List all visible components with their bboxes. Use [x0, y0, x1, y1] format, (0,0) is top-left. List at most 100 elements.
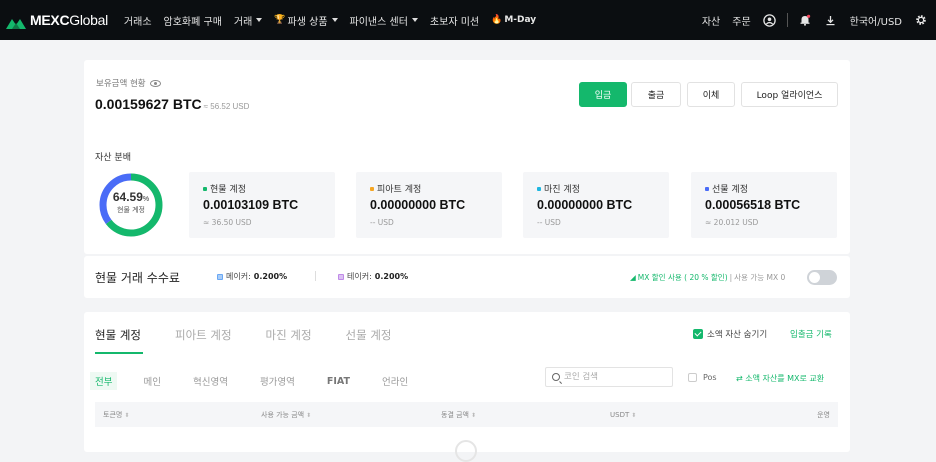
account-card-futures[interactable]: 선물 계정 0.00056518 BTC ≈ 20.012 USD: [691, 172, 837, 238]
balance-btc: 0.00159627 BTC: [95, 96, 202, 112]
nav-exchange[interactable]: 거래소: [118, 13, 158, 28]
mx-discount: ◢ MX 할인 사용 ( 20 % 할인) | 사용 가능 MX 0: [630, 273, 786, 282]
nav-trade-label: 거래: [233, 16, 253, 28]
account-usd: ≈ 36.50 USD: [203, 218, 252, 227]
tab-futures[interactable]: 선물 계정: [346, 327, 392, 343]
tab-spot[interactable]: 현물 계정: [95, 327, 141, 343]
mexc-logo[interactable]: MEXCGlobal: [6, 12, 108, 29]
search-icon: [552, 373, 560, 381]
spot-fee-card: 현물 거래 수수료 메이커: 0.200% 테이커: 0.200% ◢ MX 할인 사…: [84, 256, 850, 298]
active-tab-indicator: [95, 352, 143, 354]
nav-assets[interactable]: 자산: [696, 13, 726, 28]
taker-icon: [338, 273, 344, 280]
tab-margin[interactable]: 마진 계정: [266, 327, 312, 343]
col-operation: 운영: [817, 410, 830, 419]
account-name: 선물 계정: [712, 185, 748, 195]
pos-filter[interactable]: Pos: [688, 373, 717, 382]
account-btc: 0.00000000 BTC: [370, 198, 466, 212]
subtab-all[interactable]: 전부: [90, 372, 118, 390]
nav-mday-label: M-Day: [504, 15, 537, 25]
account-tabs: 현물 계정 피아트 계정 마진 계정 선물 계정: [95, 327, 426, 343]
mx-icon: ◢: [630, 273, 636, 282]
asset-overview-card: 보유금액 현황 0.00159627 BTC ≈ 56.52 USD 입금 출금 …: [84, 60, 850, 254]
account-btc: 0.00000000 BTC: [537, 198, 633, 212]
mx-discount-toggle[interactable]: [807, 270, 837, 285]
nav-orders[interactable]: 주문: [726, 13, 756, 28]
spot-dot: [203, 186, 207, 191]
subtab-online[interactable]: 언라인: [382, 374, 408, 388]
hide-small-assets[interactable]: 소액 자산 숨기기: [693, 328, 767, 340]
user-icon[interactable]: [763, 13, 777, 27]
nav-derivatives[interactable]: 🏆 파생 상품: [268, 13, 343, 28]
nav-mday[interactable]: 🔥 M-Day: [485, 15, 542, 25]
download-icon[interactable]: [824, 13, 838, 27]
logo-text: MEXCGlobal: [30, 12, 108, 28]
col-available[interactable]: 사용 가능 금액 ⬍: [261, 410, 311, 420]
mx-available: 사용 가능 MX 0: [734, 273, 786, 282]
spot-fee-title: 현물 거래 수수료: [95, 271, 180, 285]
deposit-button[interactable]: 입금: [579, 82, 627, 107]
transfer-button[interactable]: 이체: [687, 82, 735, 107]
withdraw-button[interactable]: 출금: [631, 82, 681, 107]
hide-small-checkbox[interactable]: [693, 329, 703, 339]
fiat-dot: [370, 186, 374, 191]
balance-label-text: 보유금액 현황: [96, 79, 146, 89]
col-usdt[interactable]: USDT ⬍: [610, 411, 636, 419]
maker-label: 메이커:: [226, 272, 251, 281]
margin-dot: [537, 186, 541, 191]
donut-center-label: 현물 계정: [117, 206, 145, 214]
nav-finance-label: 파이낸스 센터: [349, 16, 408, 28]
nav-buy-crypto[interactable]: 암호화폐 구매: [158, 13, 228, 28]
account-card-margin[interactable]: 마진 계정 0.00000000 BTC -- USD: [523, 172, 669, 238]
coin-search[interactable]: [545, 367, 673, 387]
pos-checkbox[interactable]: [688, 373, 697, 382]
divider: [315, 271, 316, 281]
chevron-down-icon: [331, 18, 338, 22]
col-frozen-label: 동결 금액: [441, 410, 469, 419]
col-frozen[interactable]: 동결 금액 ⬍: [441, 410, 476, 420]
taker-value: 0.200%: [374, 272, 409, 281]
account-card-fiat[interactable]: 피아트 계정 0.00000000 BTC -- USD: [356, 172, 502, 238]
convert-small-to-mx-link[interactable]: ⇄ 소액 자산를 MX로 교환: [736, 373, 824, 384]
subtab-assessment[interactable]: 평가영역: [260, 374, 295, 388]
coin-search-input[interactable]: [564, 372, 664, 382]
subtab-fiat[interactable]: FIAT: [327, 376, 350, 387]
maker-value: 0.200%: [253, 272, 288, 281]
subtab-main[interactable]: 메인: [143, 374, 160, 388]
zone-filter-tabs: 전부 메인 혁신영역 평가영역 FIAT 언라인: [90, 372, 440, 390]
mx-discount-label: MX 할인 사용 ( 20 % 할인): [637, 273, 728, 282]
bell-icon[interactable]: [798, 13, 812, 27]
col-token[interactable]: 토큰명 ⬍: [103, 410, 129, 420]
flame-icon: 🔥: [491, 15, 503, 25]
trophy-icon: 🏆: [274, 15, 286, 25]
maker-icon: [217, 273, 223, 280]
language-selector[interactable]: 한국어/USD: [844, 13, 908, 28]
nav-finance-center[interactable]: 파이낸스 센터: [344, 13, 424, 28]
subtab-innovation[interactable]: 혁신영역: [193, 374, 228, 388]
nav-trade[interactable]: 거래: [228, 13, 268, 28]
taker-label: 테이커:: [347, 272, 372, 281]
account-name: 마진 계정: [544, 185, 580, 195]
loop-alliance-button[interactable]: Loop 얼라이언스: [741, 82, 838, 107]
balance-usd: ≈ 56.52 USD: [203, 102, 250, 111]
sort-icon: ⬍: [306, 411, 312, 419]
account-card-spot[interactable]: 현물 계정 0.00103109 BTC ≈ 36.50 USD: [189, 172, 335, 238]
account-usd: -- USD: [537, 218, 561, 227]
col-usdt-label: USDT: [610, 410, 630, 419]
nav-beginner-mission[interactable]: 초보자 미션: [424, 13, 485, 28]
divider: [786, 13, 788, 27]
asset-distribution-label: 자산 분배: [95, 153, 131, 163]
pos-label: Pos: [703, 373, 717, 382]
gear-icon[interactable]: [914, 13, 928, 27]
main-nav: 거래소 암호화폐 구매 거래 🏆 파생 상품 파이낸스 센터 초보자 미션 🔥 M-…: [118, 13, 542, 28]
chevron-down-icon: [411, 18, 418, 22]
right-nav: 자산 주문 한국어/USD: [696, 13, 936, 28]
balance-label: 보유금액 현황: [96, 77, 161, 89]
tab-fiat[interactable]: 피아트 계정: [175, 327, 232, 343]
deposit-history-link[interactable]: 입출금 기록: [790, 328, 832, 340]
donut-percent: 64.59%: [112, 190, 150, 204]
sort-icon: ⬍: [631, 411, 637, 419]
account-usd: -- USD: [370, 218, 394, 227]
eye-icon[interactable]: [149, 79, 161, 87]
account-name: 피아트 계정: [377, 185, 422, 195]
